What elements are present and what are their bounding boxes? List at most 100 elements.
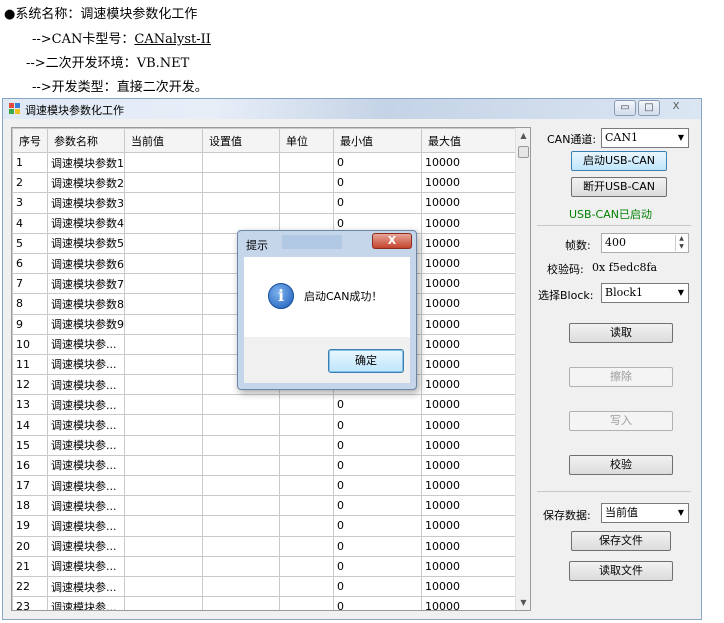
cell-col-param-name: 调速模块参... (47, 394, 125, 416)
dialog-close-button[interactable]: X (372, 233, 412, 249)
message-dialog: 提示 X i 启动CAN成功！ 确定 (237, 230, 417, 390)
cell-col-unit (279, 555, 334, 577)
header-col-current[interactable]: 当前值 (124, 128, 203, 153)
scroll-thumb[interactable] (518, 146, 529, 158)
cell-col-param-name: 调速模块参... (47, 333, 125, 355)
header-col-index[interactable]: 序号 (12, 128, 48, 153)
cell-col-index: 7 (12, 273, 48, 295)
cell-col-setting[interactable] (202, 575, 280, 598)
table-row[interactable]: 21 调速模块参... 0 10000 (12, 555, 517, 577)
cell-col-min: 0 (333, 172, 422, 194)
block-select[interactable]: Block1 ▼ (601, 283, 689, 303)
can-channel-select[interactable]: CAN1 ▼ (601, 128, 689, 148)
cell-col-unit (279, 434, 334, 456)
cell-col-setting[interactable] (202, 172, 280, 194)
cell-col-current (124, 293, 203, 315)
read-file-button[interactable]: 读取文件 (569, 561, 673, 581)
frames-input[interactable]: 400 ▲ ▼ (601, 233, 689, 253)
cell-col-min: 0 (333, 495, 422, 517)
erase-button[interactable]: 擦除 (569, 367, 673, 387)
cell-col-max: 10000 (421, 474, 517, 497)
cell-col-param-name: 调速模块参数6 (47, 252, 125, 275)
cell-col-current (124, 374, 203, 396)
table-row[interactable]: 22 调速模块参... 0 10000 (12, 575, 517, 598)
spinner-icon[interactable]: ▲ ▼ (675, 235, 687, 251)
cell-col-max: 10000 (421, 596, 517, 610)
close-button[interactable]: X (662, 100, 690, 116)
verify-button[interactable]: 校验 (569, 455, 673, 475)
read-button[interactable]: 读取 (569, 323, 673, 343)
cell-col-setting[interactable] (202, 535, 280, 557)
table-row[interactable]: 13 调速模块参... 0 10000 (12, 394, 517, 416)
cell-col-setting[interactable] (202, 495, 280, 517)
ok-button[interactable]: 确定 (328, 349, 404, 373)
cell-col-max: 10000 (421, 353, 517, 376)
dialog-title: 提示 (246, 239, 268, 252)
cell-col-setting[interactable] (202, 515, 280, 537)
maximize-button[interactable]: □ (638, 100, 660, 116)
cell-col-param-name: 调速模块参数2 (47, 172, 125, 194)
save-data-select[interactable]: 当前值 ▼ (601, 503, 689, 523)
stop-usb-can-button[interactable]: 断开USB-CAN (571, 177, 667, 197)
cell-col-setting[interactable] (202, 151, 280, 174)
cell-col-unit (279, 596, 334, 610)
bullet: ● (4, 7, 16, 22)
cell-col-current (124, 232, 203, 254)
vertical-scrollbar[interactable]: ▲ ▼ (515, 128, 530, 610)
cell-col-setting[interactable] (202, 596, 280, 610)
table-row[interactable]: 20 调速模块参... 0 10000 (12, 535, 517, 557)
table-row[interactable]: 15 调速模块参... 0 10000 (12, 434, 517, 456)
cell-col-setting[interactable] (202, 434, 280, 456)
cell-col-setting[interactable] (202, 454, 280, 477)
table-row[interactable]: 3 调速模块参数3 0 10000 (12, 192, 517, 214)
checksum-label: 校验码: (547, 263, 584, 276)
cell-col-current (124, 333, 203, 355)
cell-col-current (124, 454, 203, 477)
table-row[interactable]: 17 调速模块参... 0 10000 (12, 474, 517, 497)
cell-col-index: 12 (12, 374, 48, 396)
write-button[interactable]: 写入 (569, 411, 673, 431)
header-col-setting[interactable]: 设置值 (202, 128, 280, 153)
cell-col-setting[interactable] (202, 555, 280, 577)
frames-label: 帧数: (565, 239, 591, 252)
cell-col-index: 16 (12, 454, 48, 477)
cell-col-max: 10000 (421, 414, 517, 436)
cell-col-max: 10000 (421, 495, 517, 517)
cell-col-param-name: 调速模块参数3 (47, 192, 125, 214)
frames-value: 400 (605, 236, 626, 249)
start-usb-can-button[interactable]: 启动USB-CAN (571, 151, 667, 171)
cell-col-setting[interactable] (202, 414, 280, 436)
header-col-unit[interactable]: 单位 (279, 128, 334, 153)
title-bar[interactable]: 调速模块参数化工作 ▭ □ X (3, 99, 701, 119)
table-row[interactable]: 19 调速模块参... 0 10000 (12, 515, 517, 537)
cell-col-setting[interactable] (202, 192, 280, 214)
table-row[interactable]: 16 调速模块参... 0 10000 (12, 454, 517, 477)
cell-col-index: 1 (12, 151, 48, 174)
cell-col-current (124, 212, 203, 234)
cell-col-current (124, 353, 203, 376)
cell-col-current (124, 273, 203, 295)
cell-col-index: 11 (12, 353, 48, 376)
table-row[interactable]: 14 调速模块参... 0 10000 (12, 414, 517, 436)
table-row[interactable]: 2 调速模块参数2 0 10000 (12, 172, 517, 194)
divider (537, 225, 691, 226)
cell-col-setting[interactable] (202, 474, 280, 497)
divider (537, 491, 691, 492)
cell-col-setting[interactable] (202, 394, 280, 416)
table-row[interactable]: 23 调速模块参... 0 10000 (12, 596, 517, 610)
cell-col-max: 10000 (421, 515, 517, 537)
cell-col-unit (279, 575, 334, 598)
cell-col-param-name: 调速模块参数1 (47, 151, 125, 174)
header-col-min[interactable]: 最小值 (333, 128, 422, 153)
cell-col-index: 13 (12, 394, 48, 416)
scroll-up-icon[interactable]: ▲ (516, 128, 530, 143)
header-col-max[interactable]: 最大值 (421, 128, 517, 153)
table-row[interactable]: 1 调速模块参数1 0 10000 (12, 151, 517, 174)
scroll-down-icon[interactable]: ▼ (516, 595, 530, 610)
cell-col-param-name: 调速模块参... (47, 414, 125, 436)
cell-col-unit (279, 172, 334, 194)
minimize-button[interactable]: ▭ (614, 100, 636, 116)
save-file-button[interactable]: 保存文件 (571, 531, 671, 551)
table-row[interactable]: 18 调速模块参... 0 10000 (12, 495, 517, 517)
header-col-param-name[interactable]: 参数名称 (47, 128, 125, 153)
